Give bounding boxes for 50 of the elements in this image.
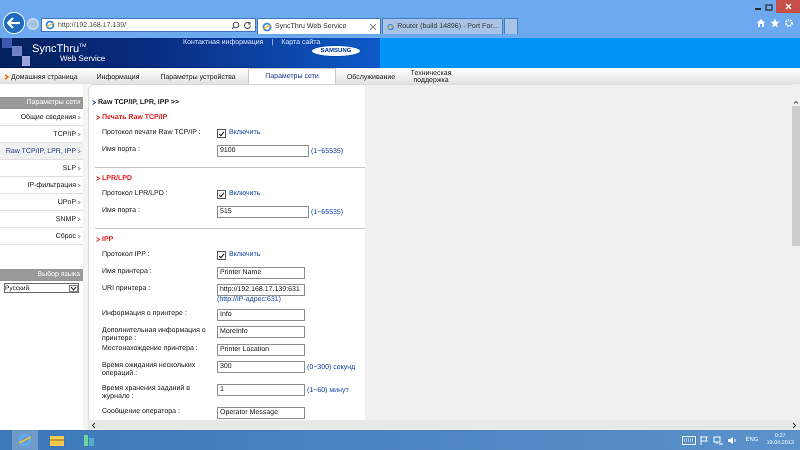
chevron-icon bbox=[77, 182, 81, 188]
horizontal-scrollbar[interactable] bbox=[88, 420, 800, 430]
chevron-icon bbox=[77, 114, 81, 120]
close-icon bbox=[784, 3, 792, 10]
chevron-icon bbox=[77, 200, 81, 204]
home-icon[interactable] bbox=[756, 18, 766, 28]
squares-drawing bbox=[2, 38, 32, 68]
checkbox[interactable] bbox=[217, 129, 226, 138]
chevron-icon bbox=[96, 176, 100, 181]
check-icon bbox=[218, 190, 225, 198]
settings-icon[interactable] bbox=[784, 18, 794, 28]
refresh-icon[interactable] bbox=[243, 20, 252, 30]
keyboard-icon[interactable] bbox=[682, 436, 696, 444]
dropdown-icon bbox=[69, 284, 78, 292]
back-arrow-icon bbox=[7, 17, 21, 29]
ie-icon bbox=[45, 20, 55, 30]
checkbox[interactable] bbox=[217, 190, 226, 199]
folder-icon bbox=[49, 434, 65, 446]
new-tab-button[interactable] bbox=[504, 18, 518, 34]
chevron-icon bbox=[96, 115, 100, 120]
chevron-icon bbox=[4, 74, 9, 80]
check-icon bbox=[218, 252, 225, 260]
star-icon[interactable] bbox=[770, 18, 780, 28]
app-icon bbox=[82, 433, 96, 447]
forward-button[interactable] bbox=[27, 18, 39, 30]
browser-taskbar-button[interactable] bbox=[12, 430, 38, 450]
checkbox[interactable] bbox=[217, 251, 226, 260]
network-icon[interactable] bbox=[713, 436, 724, 444]
ie-icon bbox=[18, 433, 32, 447]
chevron-icon bbox=[77, 148, 81, 154]
ie-icon bbox=[387, 22, 394, 32]
chevron-icon bbox=[77, 132, 81, 136]
chevron-icon bbox=[92, 100, 96, 105]
chevron-icon bbox=[77, 216, 81, 222]
chevron-icon bbox=[77, 234, 81, 238]
search-icon[interactable] bbox=[231, 20, 240, 30]
logo-subtitle: Web Service bbox=[60, 54, 106, 62]
close-icon[interactable] bbox=[370, 24, 376, 30]
vertical-scrollbar[interactable] bbox=[792, 84, 800, 420]
back-button[interactable] bbox=[3, 12, 25, 34]
flag-icon[interactable] bbox=[700, 436, 710, 444]
chevron-icon bbox=[77, 166, 81, 170]
speaker-icon[interactable] bbox=[727, 436, 738, 444]
ie-icon bbox=[262, 22, 272, 32]
logo-text: SyncThru bbox=[32, 44, 80, 54]
restore-icon[interactable] bbox=[765, 2, 773, 10]
chevron-icon bbox=[96, 237, 100, 242]
forward-arrow-icon bbox=[29, 20, 37, 28]
check-icon bbox=[218, 130, 225, 138]
close-button[interactable] bbox=[776, 0, 800, 13]
